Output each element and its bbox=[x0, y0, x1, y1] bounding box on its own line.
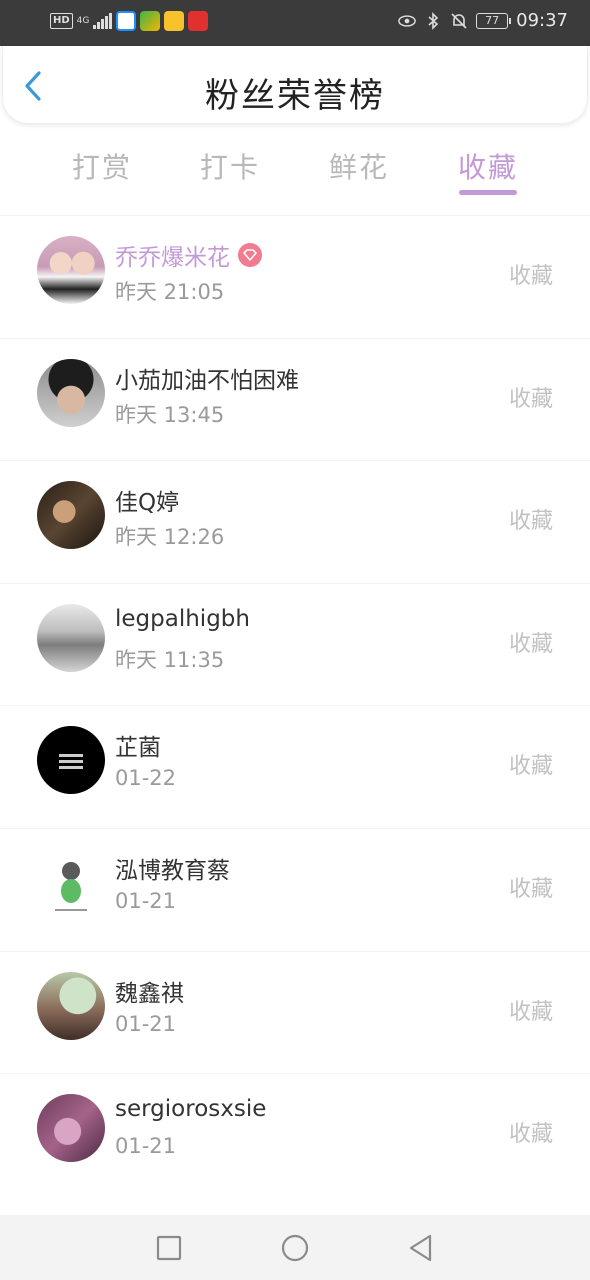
favorite-label: 收藏 bbox=[508, 1122, 553, 1148]
avatar[interactable] bbox=[37, 971, 105, 1040]
user-name: 芷菌 bbox=[115, 735, 161, 762]
tab-favorites[interactable]: 收藏 bbox=[448, 146, 528, 186]
user-name: 小茄加油不怕困难 bbox=[115, 367, 299, 394]
timestamp: 01-22 bbox=[115, 766, 177, 791]
avatar[interactable] bbox=[37, 481, 105, 550]
user-name: 佳Q婷 bbox=[115, 490, 180, 517]
user-name: 乔乔爆米花 bbox=[115, 245, 230, 271]
list-item[interactable]: 魏鑫祺 01-21 收藏 bbox=[0, 950, 590, 1074]
user-name: legpalhigbh bbox=[115, 605, 250, 632]
home-button[interactable] bbox=[280, 1233, 310, 1263]
timestamp: 昨天 13:45 bbox=[115, 402, 225, 427]
avatar[interactable] bbox=[37, 358, 105, 427]
user-name: sergiorosxsie bbox=[115, 1096, 267, 1123]
list-item[interactable]: sergiorosxsie 01-21 收藏 bbox=[0, 1073, 590, 1196]
timestamp: 01-21 bbox=[115, 1134, 177, 1159]
favorite-label: 收藏 bbox=[508, 264, 553, 289]
tab-reward[interactable]: 打赏 bbox=[62, 146, 142, 186]
favorite-label: 收藏 bbox=[508, 509, 553, 535]
fan-list: 乔乔爆米花 昨天 21:05 收藏 小茄加油不怕困难 昨天 13:45 收藏 佳… bbox=[0, 215, 590, 1196]
user-name: 泓博教育蔡 bbox=[115, 857, 230, 884]
favorite-label: 收藏 bbox=[508, 386, 553, 412]
diamond-badge-icon bbox=[238, 243, 262, 267]
favorite-label: 收藏 bbox=[508, 631, 553, 657]
list-item[interactable]: 佳Q婷 昨天 12:26 收藏 bbox=[0, 460, 590, 583]
status-right: 77 09:37 bbox=[398, 10, 568, 31]
avatar[interactable] bbox=[37, 1094, 105, 1163]
app-notification-icon-2 bbox=[140, 11, 161, 31]
network-type: 4G bbox=[76, 16, 90, 26]
app-notification-icon-4 bbox=[188, 11, 209, 31]
square-icon bbox=[156, 1235, 182, 1261]
system-nav-bar bbox=[0, 1215, 590, 1280]
tab-flowers[interactable]: 鲜花 bbox=[319, 146, 399, 186]
triangle-back-icon bbox=[409, 1234, 432, 1262]
timestamp: 01-21 bbox=[115, 1011, 177, 1036]
circle-icon bbox=[281, 1234, 309, 1262]
app-notification-icon-1 bbox=[116, 11, 137, 31]
avatar[interactable] bbox=[37, 726, 105, 795]
avatar[interactable] bbox=[37, 236, 105, 304]
recents-button[interactable] bbox=[154, 1233, 184, 1263]
bluetooth-icon bbox=[424, 11, 442, 30]
clock: 09:37 bbox=[516, 10, 568, 31]
favorite-label: 收藏 bbox=[508, 999, 553, 1025]
avatar[interactable] bbox=[37, 603, 105, 672]
timestamp: 昨天 11:35 bbox=[115, 647, 225, 672]
signal-icon bbox=[93, 13, 113, 29]
avatar[interactable] bbox=[37, 848, 105, 917]
header-bar: 粉丝荣誉榜 bbox=[2, 46, 588, 124]
favorite-label: 收藏 bbox=[508, 876, 553, 902]
weibo-notification-icon bbox=[164, 11, 185, 31]
status-left: HD 4G bbox=[50, 11, 209, 31]
battery-icon: 77 bbox=[476, 12, 512, 29]
status-bar: HD 4G 77 09:37 bbox=[0, 0, 590, 46]
hd-indicator: HD bbox=[50, 13, 73, 29]
back-nav-button[interactable] bbox=[406, 1233, 436, 1263]
favorite-label: 收藏 bbox=[508, 754, 553, 780]
page-title: 粉丝荣誉榜 bbox=[205, 76, 385, 116]
timestamp: 昨天 21:05 bbox=[115, 280, 225, 304]
timestamp: 01-21 bbox=[115, 888, 177, 913]
list-item[interactable]: 泓博教育蔡 01-21 收藏 bbox=[0, 827, 590, 951]
eye-icon bbox=[398, 12, 416, 30]
list-item[interactable]: legpalhigbh 昨天 11:35 收藏 bbox=[0, 582, 590, 706]
list-item[interactable]: 芷菌 01-22 收藏 bbox=[0, 705, 590, 828]
active-tab-indicator bbox=[459, 190, 517, 195]
timestamp: 昨天 12:26 bbox=[115, 525, 225, 550]
tab-bar: 打赏 打卡 鲜花 收藏 bbox=[0, 140, 590, 200]
list-item[interactable]: 乔乔爆米花 昨天 21:05 收藏 bbox=[0, 215, 590, 338]
user-name: 魏鑫祺 bbox=[115, 980, 184, 1007]
list-item[interactable]: 小茄加油不怕困难 昨天 13:45 收藏 bbox=[0, 337, 590, 461]
mute-bell-icon bbox=[450, 12, 468, 30]
tab-checkin[interactable]: 打卡 bbox=[190, 146, 270, 186]
